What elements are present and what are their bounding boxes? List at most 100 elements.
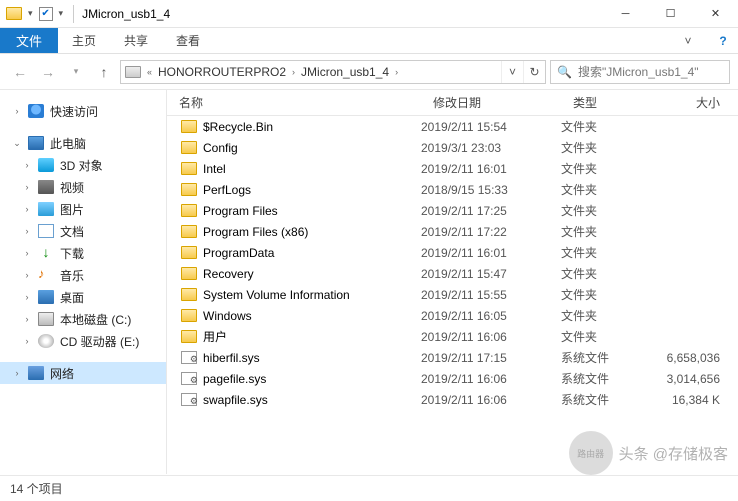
maximize-button[interactable]: ☐: [648, 0, 693, 28]
file-row[interactable]: PerfLogs 2018/9/15 15:33 文件夹: [167, 179, 738, 200]
expand-icon[interactable]: ›: [12, 368, 22, 378]
back-button[interactable]: ←: [8, 60, 32, 84]
file-date: 2019/2/11 16:05: [421, 309, 561, 323]
nav-item[interactable]: › 3D 对象: [0, 154, 166, 176]
nav-item[interactable]: › CD 驱动器 (E:): [0, 330, 166, 352]
breadcrumb-segment[interactable]: JMicron_usb1_4: [297, 65, 393, 79]
file-date: 2018/9/15 15:33: [421, 183, 561, 197]
col-name[interactable]: 名称: [167, 94, 421, 111]
nav-quick-access[interactable]: › 快速访问: [0, 100, 166, 122]
file-row[interactable]: 用户 2019/2/11 16:06 文件夹: [167, 326, 738, 347]
up-button[interactable]: ↑: [92, 60, 116, 84]
file-row[interactable]: $Recycle.Bin 2019/2/11 15:54 文件夹: [167, 116, 738, 137]
file-type: 文件夹: [561, 160, 651, 177]
file-date: 2019/2/11 16:06: [421, 330, 561, 344]
nav-this-pc[interactable]: ⌄ 此电脑: [0, 132, 166, 154]
nav-item[interactable]: › ♪ 音乐: [0, 264, 166, 286]
properties-checkbox[interactable]: ✔: [39, 7, 53, 21]
expand-icon[interactable]: ›: [22, 248, 32, 258]
col-type[interactable]: 类型: [561, 94, 651, 111]
chevron-right-icon[interactable]: «: [145, 67, 154, 77]
tab-home[interactable]: 主页: [58, 28, 110, 53]
expand-icon[interactable]: ›: [22, 182, 32, 192]
file-date: 2019/2/11 17:15: [421, 351, 561, 365]
nav-item-icon: [38, 202, 54, 216]
address-bar[interactable]: « HONORROUTERPRO2 › JMicron_usb1_4 › ˅ ↻: [120, 60, 546, 84]
col-size[interactable]: 大小: [651, 94, 738, 111]
nav-item-icon: [38, 334, 54, 348]
file-row[interactable]: Program Files (x86) 2019/2/11 17:22 文件夹: [167, 221, 738, 242]
tab-view[interactable]: 查看: [162, 28, 214, 53]
expand-icon[interactable]: ›: [22, 204, 32, 214]
expand-icon[interactable]: ›: [22, 226, 32, 236]
file-list[interactable]: $Recycle.Bin 2019/2/11 15:54 文件夹 Config …: [167, 116, 738, 474]
file-row[interactable]: hiberfil.sys 2019/2/11 17:15 系统文件 6,658,…: [167, 347, 738, 368]
recent-dropdown-icon[interactable]: ▾: [64, 60, 88, 84]
expand-icon[interactable]: ›: [22, 336, 32, 346]
file-name: Intel: [203, 162, 226, 176]
expand-icon[interactable]: ›: [22, 292, 32, 302]
nav-item[interactable]: › ↓ 下载: [0, 242, 166, 264]
forward-button[interactable]: →: [36, 60, 60, 84]
file-row[interactable]: System Volume Information 2019/2/11 15:5…: [167, 284, 738, 305]
qat-dropdown-icon[interactable]: ▾: [28, 8, 33, 19]
minimize-button[interactable]: ─: [603, 0, 648, 28]
file-name: pagefile.sys: [203, 372, 266, 386]
file-type: 系统文件: [561, 349, 651, 366]
refresh-button[interactable]: ↻: [523, 61, 545, 83]
nav-item[interactable]: › 本地磁盘 (C:): [0, 308, 166, 330]
tab-share[interactable]: 共享: [110, 28, 162, 53]
file-size: 6,658,036: [651, 351, 738, 365]
nav-item[interactable]: › 图片: [0, 198, 166, 220]
expand-icon[interactable]: ›: [22, 270, 32, 280]
expand-icon[interactable]: ›: [22, 314, 32, 324]
address-dropdown-icon[interactable]: ˅: [501, 61, 523, 83]
chevron-right-icon[interactable]: ›: [393, 67, 400, 77]
file-row[interactable]: Recovery 2019/2/11 15:47 文件夹: [167, 263, 738, 284]
ribbon-expand-icon[interactable]: ˅: [668, 28, 708, 53]
collapse-icon[interactable]: ⌄: [12, 138, 22, 149]
nav-network[interactable]: › 网络: [0, 362, 166, 384]
file-icon: [181, 288, 197, 301]
nav-item-label: 桌面: [60, 289, 84, 306]
col-date[interactable]: 修改日期: [421, 94, 561, 111]
breadcrumb-segment[interactable]: HONORROUTERPRO2: [154, 65, 290, 79]
file-name: ProgramData: [203, 246, 274, 260]
nav-item-label: 视频: [60, 179, 84, 196]
file-row[interactable]: Intel 2019/2/11 16:01 文件夹: [167, 158, 738, 179]
file-type: 文件夹: [561, 244, 651, 261]
quick-access-icon: [28, 104, 44, 118]
drive-icon: [125, 66, 141, 78]
file-date: 2019/2/11 17:25: [421, 204, 561, 218]
navigation-pane[interactable]: › 快速访问 ⌄ 此电脑 › 3D 对象› 视频› 图片› 文档› ↓ 下载› …: [0, 90, 167, 474]
file-name: Windows: [203, 309, 252, 323]
close-button[interactable]: ✕: [693, 0, 738, 28]
nav-item-label: 图片: [60, 201, 84, 218]
qat-more-icon[interactable]: ▾: [59, 8, 64, 19]
nav-item[interactable]: › 文档: [0, 220, 166, 242]
chevron-right-icon[interactable]: ›: [290, 67, 297, 77]
expand-icon[interactable]: ›: [22, 160, 32, 170]
ribbon-tabs: 文件 主页 共享 查看 ˅ ?: [0, 28, 738, 54]
file-name: swapfile.sys: [203, 393, 268, 407]
file-type: 文件夹: [561, 265, 651, 282]
help-icon[interactable]: ?: [708, 28, 738, 53]
expand-icon[interactable]: ›: [12, 106, 22, 116]
app-folder-icon[interactable]: [6, 7, 22, 20]
tab-file[interactable]: 文件: [0, 28, 58, 53]
file-row[interactable]: Config 2019/3/1 23:03 文件夹: [167, 137, 738, 158]
file-icon: [181, 393, 197, 406]
file-date: 2019/2/11 16:06: [421, 372, 561, 386]
nav-item[interactable]: › 桌面: [0, 286, 166, 308]
file-icon: [181, 267, 197, 280]
nav-item[interactable]: › 视频: [0, 176, 166, 198]
file-row[interactable]: Program Files 2019/2/11 17:25 文件夹: [167, 200, 738, 221]
file-row[interactable]: ProgramData 2019/2/11 16:01 文件夹: [167, 242, 738, 263]
file-row[interactable]: swapfile.sys 2019/2/11 16:06 系统文件 16,384…: [167, 389, 738, 410]
file-type: 系统文件: [561, 370, 651, 387]
search-input[interactable]: 🔍 搜索"JMicron_usb1_4": [550, 60, 730, 84]
file-row[interactable]: Windows 2019/2/11 16:05 文件夹: [167, 305, 738, 326]
file-row[interactable]: pagefile.sys 2019/2/11 16:06 系统文件 3,014,…: [167, 368, 738, 389]
file-icon: [181, 246, 197, 259]
file-type: 文件夹: [561, 202, 651, 219]
